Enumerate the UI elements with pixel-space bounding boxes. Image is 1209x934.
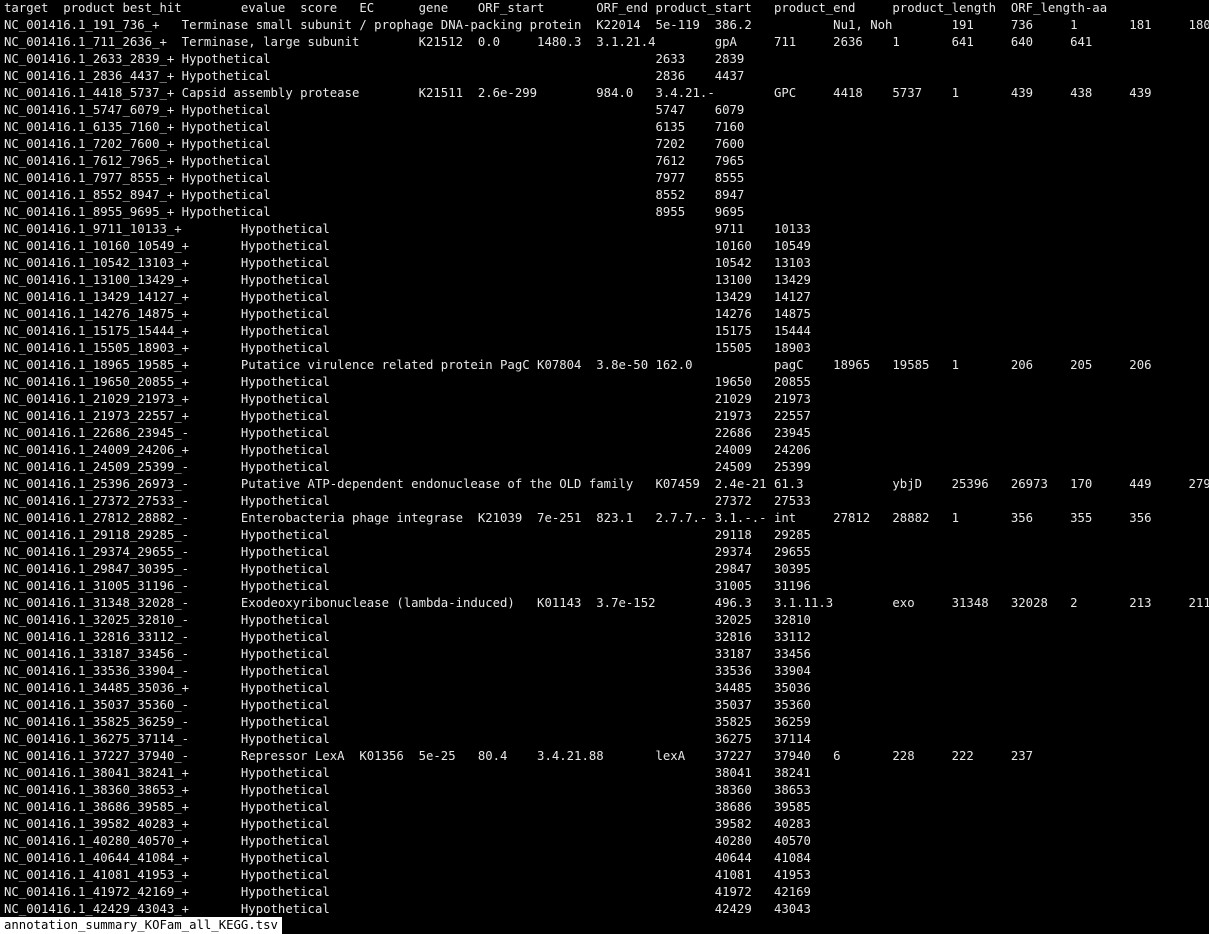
- table-row: NC_001416.1_15505_18903_+ Hypothetical 1…: [4, 341, 811, 355]
- table-row: NC_001416.1_37227_37940_- Repressor LexA…: [4, 749, 1034, 763]
- table-row: NC_001416.1_29847_30395_- Hypothetical 2…: [4, 562, 811, 576]
- table-row: NC_001416.1_711_2636_+ Terminase, large …: [4, 35, 1093, 49]
- table-row: NC_001416.1_40644_41084_+ Hypothetical 4…: [4, 851, 811, 865]
- table-row: NC_001416.1_19650_20855_+ Hypothetical 1…: [4, 375, 811, 389]
- table-row: NC_001416.1_2836_4437_+ Hypothetical 283…: [4, 69, 745, 83]
- table-row: NC_001416.1_27372_27533_- Hypothetical 2…: [4, 494, 811, 508]
- table-row: NC_001416.1_29118_29285_- Hypothetical 2…: [4, 528, 811, 542]
- table-row: NC_001416.1_6135_7160_+ Hypothetical 613…: [4, 120, 745, 134]
- table-row: NC_001416.1_18965_19585_+ Putatice virul…: [4, 358, 1152, 372]
- table-row: NC_001416.1_13429_14127_+ Hypothetical 1…: [4, 290, 811, 304]
- table-row: NC_001416.1_21973_22557_+ Hypothetical 2…: [4, 409, 811, 423]
- table-row: NC_001416.1_33536_33904_- Hypothetical 3…: [4, 664, 811, 678]
- table-row: NC_001416.1_38686_39585_+ Hypothetical 3…: [4, 800, 811, 814]
- table-row: NC_001416.1_38041_38241_+ Hypothetical 3…: [4, 766, 811, 780]
- table-row: NC_001416.1_8552_8947_+ Hypothetical 855…: [4, 188, 745, 202]
- table-row: NC_001416.1_24009_24206_+ Hypothetical 2…: [4, 443, 811, 457]
- table-row: NC_001416.1_5747_6079_+ Hypothetical 574…: [4, 103, 745, 117]
- table-row: NC_001416.1_24509_25399_- Hypothetical 2…: [4, 460, 811, 474]
- table-row: NC_001416.1_41081_41953_+ Hypothetical 4…: [4, 868, 811, 882]
- table-row: NC_001416.1_8955_9695_+ Hypothetical 895…: [4, 205, 745, 219]
- table-row: NC_001416.1_34485_35036_+ Hypothetical 3…: [4, 681, 811, 695]
- table-row: NC_001416.1_7612_7965_+ Hypothetical 761…: [4, 154, 745, 168]
- table-header-row: target product best_hit evalue score EC …: [4, 1, 1108, 15]
- table-row: NC_001416.1_15175_15444_+ Hypothetical 1…: [4, 324, 811, 338]
- table-row: NC_001416.1_39582_40283_+ Hypothetical 3…: [4, 817, 811, 831]
- table-row: NC_001416.1_4418_5737_+ Capsid assembly …: [4, 86, 1152, 100]
- table-row: NC_001416.1_31005_31196_- Hypothetical 3…: [4, 579, 811, 593]
- pager-status-filename: annotation_summary_KOFam_all_KEGG.tsv: [0, 917, 282, 934]
- table-row: NC_001416.1_10160_10549_+ Hypothetical 1…: [4, 239, 811, 253]
- table-row: NC_001416.1_35825_36259_- Hypothetical 3…: [4, 715, 811, 729]
- table-row: NC_001416.1_32025_32810_- Hypothetical 3…: [4, 613, 811, 627]
- table-row: NC_001416.1_9711_10133_+ Hypothetical 97…: [4, 222, 811, 236]
- table-row: NC_001416.1_40280_40570_+ Hypothetical 4…: [4, 834, 811, 848]
- table-row: NC_001416.1_41972_42169_+ Hypothetical 4…: [4, 885, 811, 899]
- table-row: NC_001416.1_25396_26973_- Putative ATP-d…: [4, 477, 1209, 491]
- table-row: NC_001416.1_10542_13103_+ Hypothetical 1…: [4, 256, 811, 270]
- table-row: NC_001416.1_2633_2839_+ Hypothetical 263…: [4, 52, 745, 66]
- table-row: NC_001416.1_191_736_+ Terminase small su…: [4, 18, 1209, 32]
- table-row: NC_001416.1_14276_14875_+ Hypothetical 1…: [4, 307, 811, 321]
- terminal-pager-output[interactable]: target product best_hit evalue score EC …: [4, 0, 1209, 917]
- table-row: NC_001416.1_32816_33112_- Hypothetical 3…: [4, 630, 811, 644]
- table-row: NC_001416.1_29374_29655_- Hypothetical 2…: [4, 545, 811, 559]
- table-row: NC_001416.1_13100_13429_+ Hypothetical 1…: [4, 273, 811, 287]
- table-row: NC_001416.1_36275_37114_- Hypothetical 3…: [4, 732, 811, 746]
- table-row: NC_001416.1_7977_8555_+ Hypothetical 797…: [4, 171, 745, 185]
- table-row: NC_001416.1_21029_21973_+ Hypothetical 2…: [4, 392, 811, 406]
- table-row: NC_001416.1_7202_7600_+ Hypothetical 720…: [4, 137, 745, 151]
- table-row: NC_001416.1_42429_43043_+ Hypothetical 4…: [4, 902, 811, 916]
- table-row: NC_001416.1_33187_33456_- Hypothetical 3…: [4, 647, 811, 661]
- table-row: NC_001416.1_27812_28882_- Enterobacteria…: [4, 511, 1152, 525]
- table-row: NC_001416.1_38360_38653_+ Hypothetical 3…: [4, 783, 811, 797]
- table-row: NC_001416.1_22686_23945_- Hypothetical 2…: [4, 426, 811, 440]
- table-row: NC_001416.1_31348_32028_- Exodeoxyribonu…: [4, 596, 1209, 610]
- table-row: NC_001416.1_35037_35360_- Hypothetical 3…: [4, 698, 811, 712]
